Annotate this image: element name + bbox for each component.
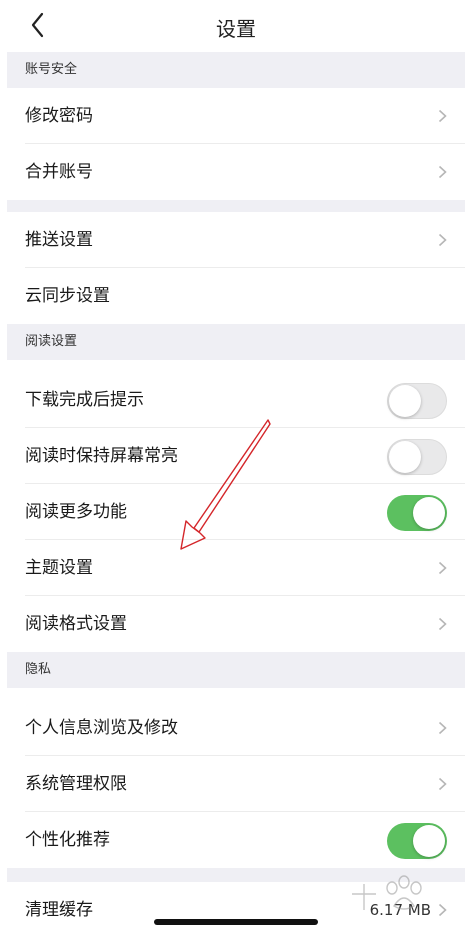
- row-more-reading-features: 阅读更多功能: [7, 484, 465, 540]
- chevron-right-icon: [438, 109, 447, 123]
- more-reading-features-toggle[interactable]: [387, 495, 447, 531]
- row-change-password[interactable]: 修改密码: [7, 88, 465, 144]
- download-notify-toggle[interactable]: [387, 383, 447, 419]
- toggle-knob: [413, 497, 445, 529]
- row-label: 个人信息浏览及修改: [25, 718, 178, 738]
- chevron-right-icon: [438, 777, 447, 791]
- row-label: 推送设置: [25, 230, 93, 250]
- chevron-right-icon: [438, 617, 447, 631]
- row-label: 系统管理权限: [25, 774, 127, 794]
- row-push-settings[interactable]: 推送设置: [7, 212, 465, 268]
- chevron-right-icon: [438, 165, 447, 179]
- settings-screen: 设置 账号安全 修改密码 合并账号 推送设置 云同步设置 阅读设置 下载完成后提…: [0, 0, 471, 938]
- row-label: 修改密码: [25, 106, 93, 126]
- nav-bar: 设置: [7, 0, 465, 52]
- section-header-reading-settings: 阅读设置: [7, 324, 465, 360]
- row-label: 云同步设置: [25, 286, 110, 306]
- row-personal-info[interactable]: 个人信息浏览及修改: [7, 700, 465, 756]
- row-label: 个性化推荐: [25, 830, 110, 850]
- toggle-knob: [389, 441, 421, 473]
- row-personalized-recommend: 个性化推荐: [7, 812, 465, 868]
- row-cloud-sync[interactable]: 云同步设置: [7, 268, 465, 324]
- row-system-permissions[interactable]: 系统管理权限: [7, 756, 465, 812]
- section-header-privacy: 隐私: [7, 652, 465, 688]
- row-label: 主题设置: [25, 558, 93, 578]
- row-label: 下载完成后提示: [25, 390, 144, 410]
- home-indicator[interactable]: [154, 919, 318, 925]
- row-reading-format[interactable]: 阅读格式设置: [7, 596, 465, 652]
- row-keep-screen-on: 阅读时保持屏幕常亮: [7, 428, 465, 484]
- personalized-recommend-toggle[interactable]: [387, 823, 447, 859]
- row-label: 合并账号: [25, 162, 93, 182]
- chevron-right-icon: [438, 721, 447, 735]
- keep-screen-on-toggle[interactable]: [387, 439, 447, 475]
- toggle-knob: [413, 825, 445, 857]
- row-merge-account[interactable]: 合并账号: [7, 144, 465, 200]
- settings-column: 设置 账号安全 修改密码 合并账号 推送设置 云同步设置 阅读设置 下载完成后提…: [7, 0, 465, 938]
- chevron-right-icon: [438, 561, 447, 575]
- toggle-knob: [389, 385, 421, 417]
- section-spacer: [7, 200, 465, 212]
- section-header-account-security: 账号安全: [7, 52, 465, 88]
- chevron-right-icon: [438, 233, 447, 247]
- row-label: 阅读更多功能: [25, 502, 127, 522]
- row-label: 阅读时保持屏幕常亮: [25, 446, 178, 466]
- row-label: 阅读格式设置: [25, 614, 127, 634]
- row-download-notify: 下载完成后提示: [7, 372, 465, 428]
- row-label: 清理缓存: [25, 900, 93, 920]
- page-title: 设置: [216, 17, 256, 41]
- row-theme-settings[interactable]: 主题设置: [7, 540, 465, 596]
- watermark-logo: [352, 875, 422, 910]
